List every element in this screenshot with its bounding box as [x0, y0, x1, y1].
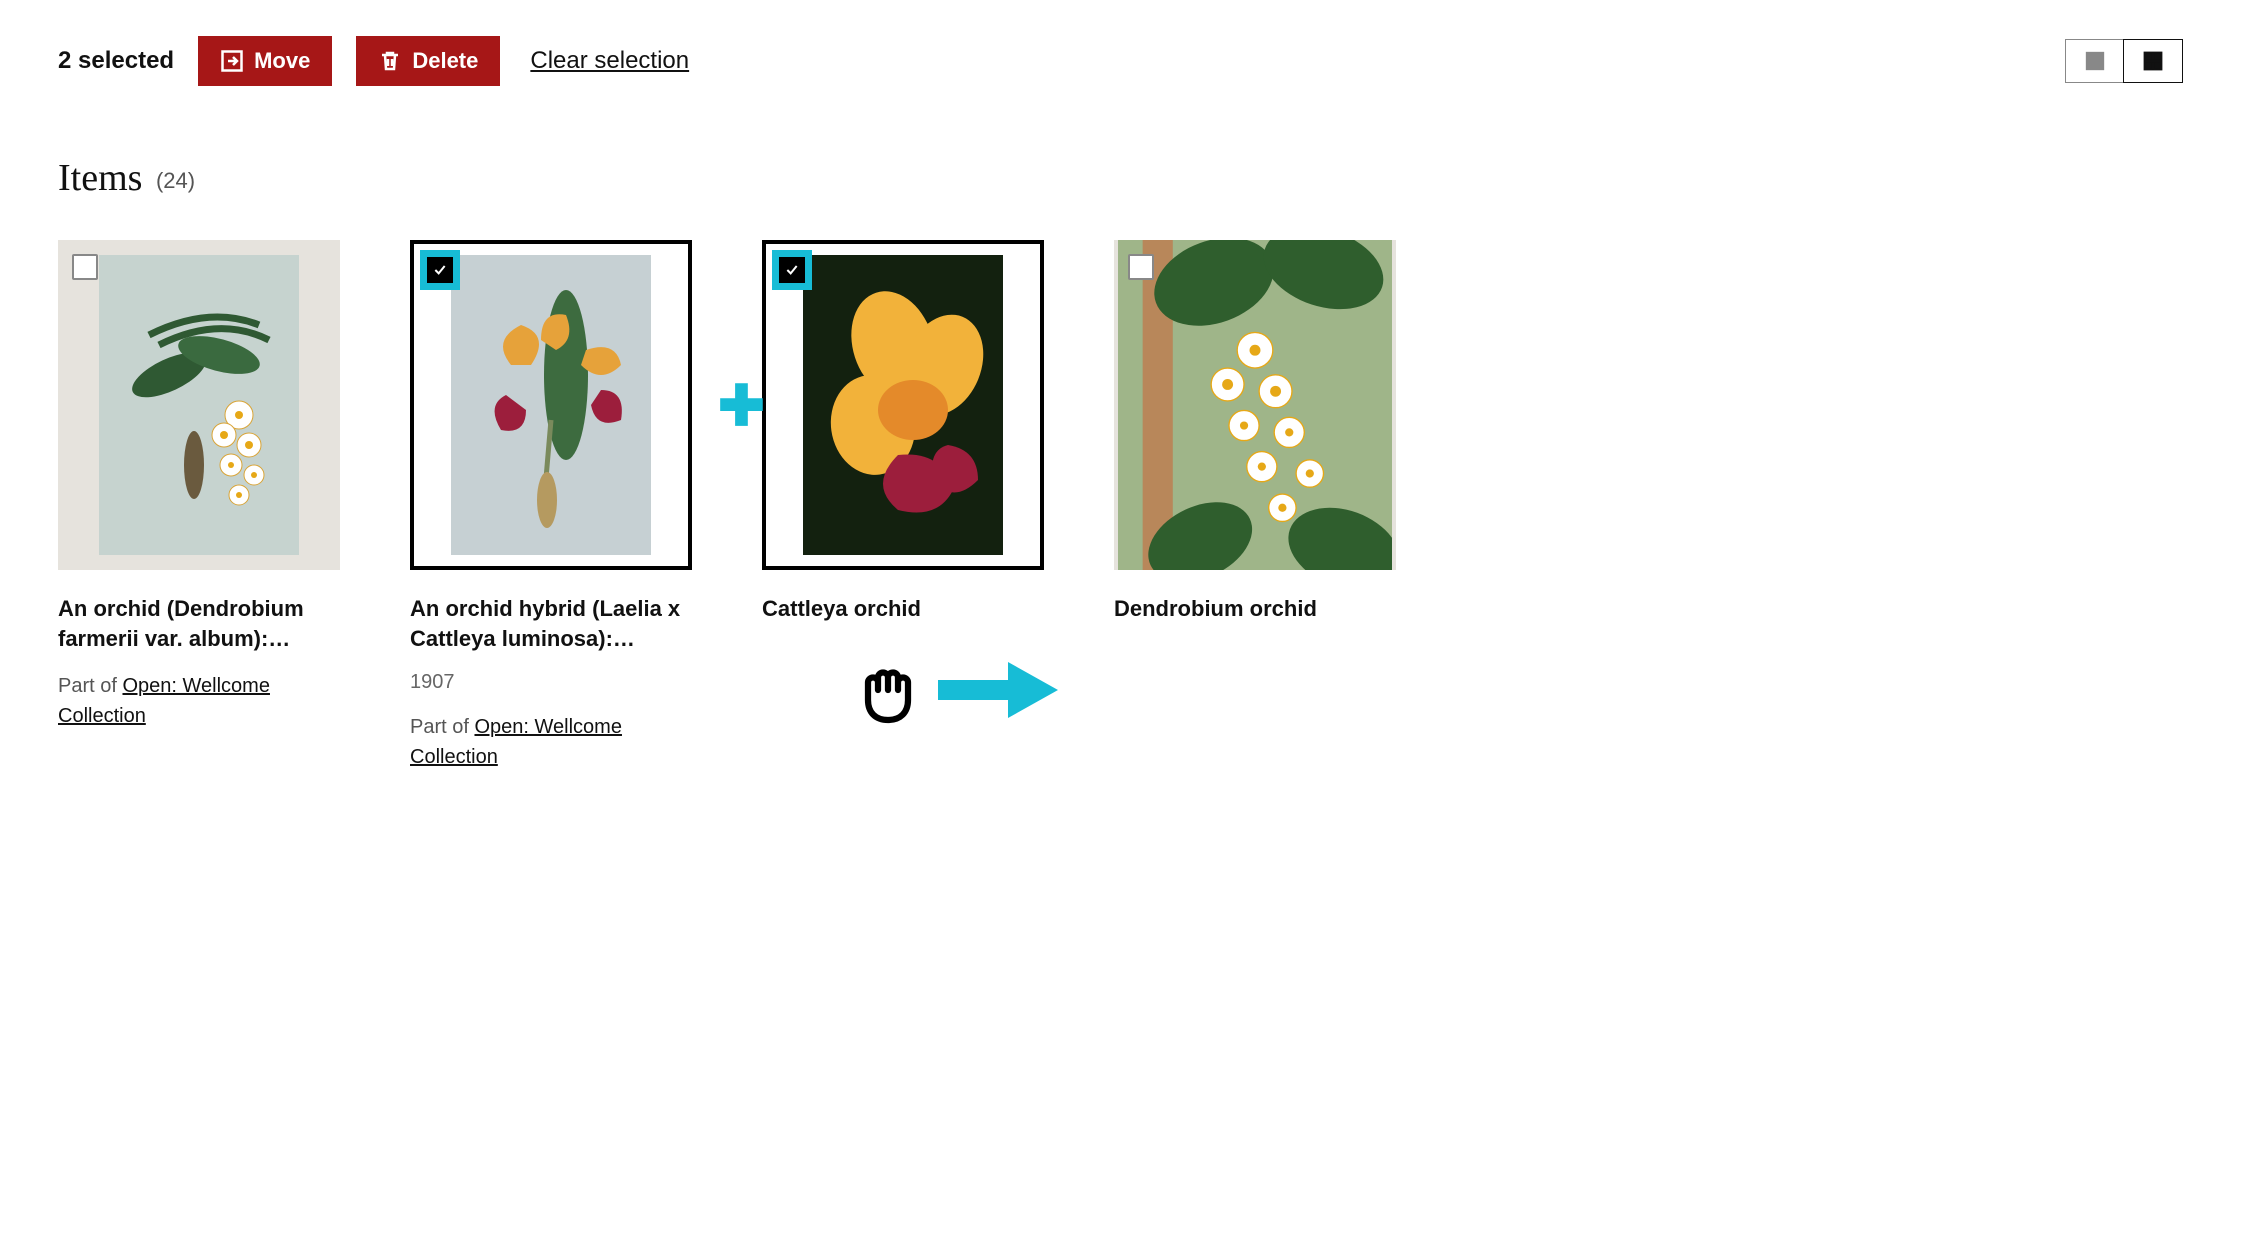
delete-button-label: Delete [412, 48, 478, 74]
item-image [803, 255, 1003, 555]
item-thumbnail[interactable] [410, 240, 692, 570]
item-title: Dendrobium orchid [1114, 594, 1396, 624]
item-image [1118, 240, 1392, 570]
item-image [99, 255, 299, 555]
check-icon [784, 262, 800, 278]
grid-view-button[interactable] [2123, 39, 2183, 83]
items-heading-count: (24) [156, 168, 195, 193]
items-heading: Items (24) [58, 156, 2183, 200]
move-button-label: Move [254, 48, 310, 74]
item-checkbox[interactable] [420, 250, 460, 290]
drop-indicator-icon: ✚ [718, 378, 765, 434]
clear-selection-link[interactable]: Clear selection [530, 47, 689, 75]
item-partof: Part of Open: Wellcome Collection [58, 671, 340, 731]
delete-button[interactable]: Delete [356, 36, 500, 86]
list-view-button[interactable] [2065, 39, 2125, 83]
item-image [436, 255, 666, 555]
item-title: An orchid (Dendrobium farmerii var. albu… [58, 594, 340, 653]
arrow-right-icon [938, 660, 1058, 720]
selection-toolbar: 2 selected Move Delete Clear selection [58, 36, 2183, 86]
grab-cursor-icon [848, 650, 928, 730]
view-toggle [2065, 39, 2184, 83]
item-card[interactable]: An orchid hybrid (Laelia x Cattleya lumi… [410, 240, 692, 772]
item-title: An orchid hybrid (Laelia x Cattleya lumi… [410, 594, 692, 653]
check-icon [432, 262, 448, 278]
move-button[interactable]: Move [198, 36, 332, 86]
item-year: 1907 [410, 671, 692, 694]
move-icon [220, 49, 244, 73]
list-icon [2084, 50, 2106, 72]
item-title: Cattleya orchid [762, 594, 1044, 624]
items-grid: An orchid (Dendrobium farmerii var. albu… [58, 240, 2183, 772]
item-checkbox[interactable] [1128, 254, 1154, 280]
item-thumbnail[interactable] [1114, 240, 1396, 570]
item-thumbnail[interactable] [58, 240, 340, 570]
item-partof: Part of Open: Wellcome Collection [410, 712, 692, 772]
trash-icon [378, 49, 402, 73]
item-card[interactable]: An orchid (Dendrobium farmerii var. albu… [58, 240, 340, 772]
item-checkbox[interactable] [72, 254, 98, 280]
item-checkbox[interactable] [772, 250, 812, 290]
item-thumbnail[interactable] [762, 240, 1044, 570]
drag-hint [848, 650, 1058, 730]
selected-count: 2 selected [58, 47, 174, 75]
item-card[interactable]: Dendrobium orchid [1114, 240, 1396, 772]
items-heading-label: Items [58, 157, 142, 199]
grid-icon [2142, 50, 2164, 72]
